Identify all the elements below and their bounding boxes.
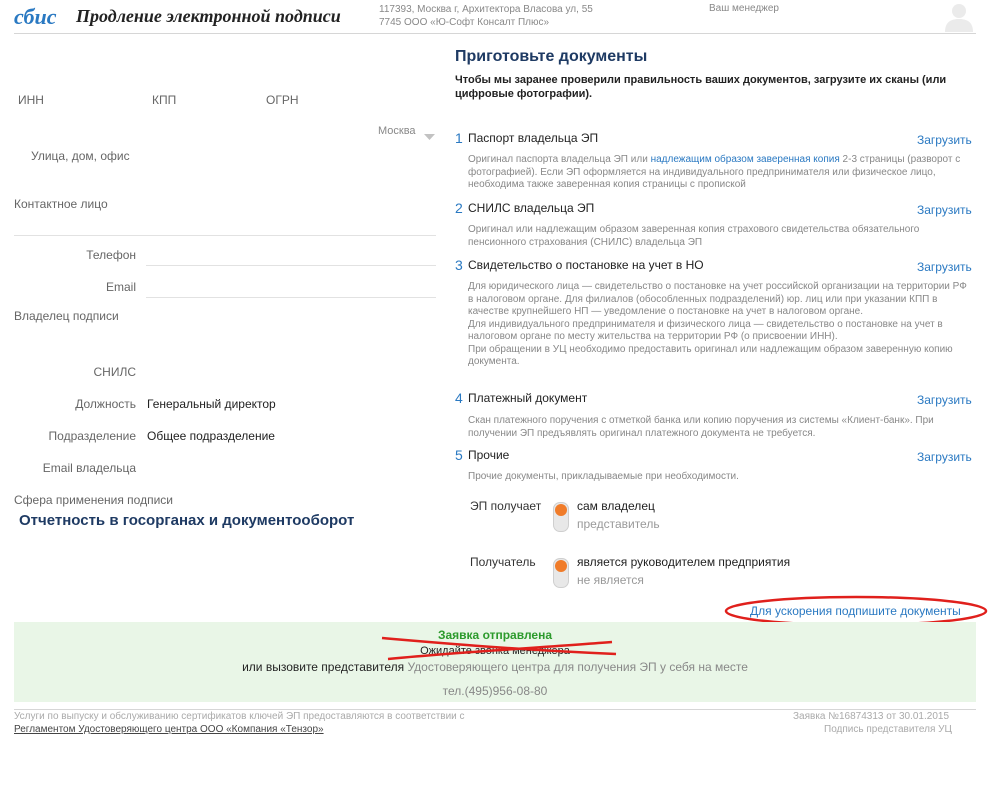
doc-snils-title: СНИЛС владельца ЭП xyxy=(468,201,595,215)
city-select[interactable]: Москва xyxy=(378,125,416,137)
upload-payment-button[interactable]: Загрузить xyxy=(917,393,972,407)
header-divider xyxy=(14,33,976,34)
upload-passport-button[interactable]: Загрузить xyxy=(917,133,972,147)
position-label: Должность xyxy=(75,397,136,411)
phone-number: тел.(495)956-08-80 xyxy=(442,684,548,698)
red-strike-annotation xyxy=(381,636,617,661)
doc-number: 1 xyxy=(455,130,463,146)
position-value[interactable]: Генеральный директор xyxy=(147,397,276,411)
upload-tax-registration-button[interactable]: Загрузить xyxy=(917,260,972,274)
doc-tax-registration-description: Для юридического лица — свидетельство о … xyxy=(468,281,968,369)
owner-email-label: Email владельца xyxy=(42,461,136,475)
email-label: Email xyxy=(105,280,136,294)
desc-paragraph: Для юридического лица — свидетельство о … xyxy=(468,281,967,317)
desc-paragraph: При обращении в УЦ необходимо предостави… xyxy=(468,343,953,368)
upload-snils-button[interactable]: Загрузить xyxy=(917,203,972,217)
desc-text: Оригинал паспорта владельца ЭП или xyxy=(468,154,651,165)
doc-number: 2 xyxy=(455,200,463,216)
doc-other-title: Прочие xyxy=(468,448,510,462)
company-address: 117393, Москва г, Архитектора Власова ул… xyxy=(379,3,593,29)
doc-other-description: Прочие документы, прикладываемые при нео… xyxy=(468,471,739,482)
footer-divider xyxy=(14,709,976,710)
documents-title: Приготовьте документы xyxy=(455,48,648,65)
address-line: 117393, Москва г, Архитектора Власова ул… xyxy=(379,4,593,15)
manager-avatar-icon xyxy=(942,0,976,32)
chevron-down-icon[interactable] xyxy=(424,128,435,146)
doc-passport-description: Оригинал паспорта владельца ЭП или надле… xyxy=(468,154,968,192)
recipient-head-option[interactable]: является руководителем предприятия xyxy=(577,555,790,569)
desc-paragraph: Для индивидуального предпринимателя и фи… xyxy=(468,318,943,343)
owner-label: Владелец подписи xyxy=(14,309,119,323)
toggle-knob xyxy=(555,504,567,516)
inn-label[interactable]: ИНН xyxy=(18,93,44,107)
ep-receiver-representative-option[interactable]: представитель xyxy=(577,517,660,531)
regulations-link[interactable]: Регламентом Удостоверяющего центра ООО «… xyxy=(14,724,324,735)
kpp-label[interactable]: КПП xyxy=(152,93,176,107)
certified-copy-link[interactable]: надлежащим образом заверенная копия xyxy=(651,154,840,165)
page-title: Продление электронной подписи xyxy=(76,6,341,26)
doc-number: 3 xyxy=(455,257,463,273)
ep-receiver-toggle[interactable] xyxy=(553,502,569,532)
upload-other-button[interactable]: Загрузить xyxy=(917,450,972,464)
snils-label: СНИЛС xyxy=(93,365,137,379)
ep-receiver-owner-option[interactable]: сам владелец xyxy=(577,499,655,513)
ep-receiver-label: ЭП получает xyxy=(470,499,542,513)
doc-payment-description: Скан платежного поручения с отметкой бан… xyxy=(468,415,934,439)
ogrn-label[interactable]: ОГРН xyxy=(266,93,299,107)
documents-subtitle: Чтобы мы заранее проверили правильность … xyxy=(455,74,947,100)
toggle-knob xyxy=(555,560,567,572)
footer-services-text: Услуги по выпуску и обслуживанию сертифи… xyxy=(14,711,465,722)
doc-payment-title: Платежный документ xyxy=(468,391,588,405)
phone-label: Телефон xyxy=(86,248,136,262)
doc-number: 4 xyxy=(455,390,463,406)
sphere-value[interactable]: Отчетность в госорганах и документооборо… xyxy=(19,512,354,529)
doc-tax-registration-title: Свидетельство о постановке на учет в НО xyxy=(468,258,704,272)
recipient-label: Получатель xyxy=(470,555,536,569)
recipient-toggle[interactable] xyxy=(553,558,569,588)
department-value[interactable]: Общее подразделение xyxy=(147,429,275,443)
contact-underline xyxy=(14,235,436,236)
department-label: Подразделение xyxy=(48,429,136,443)
company-name: 7745 ООО «Ю-Софт Консалт Плюс» xyxy=(379,17,550,28)
doc-snils-description: Оригинал или надлежащим образом заверенн… xyxy=(468,224,920,248)
recipient-not-head-option[interactable]: не является xyxy=(577,573,644,587)
street-field[interactable]: Улица, дом, офис xyxy=(31,149,130,163)
representative-signature: Подпись представителя УЦ xyxy=(824,724,952,735)
doc-number: 5 xyxy=(455,447,463,463)
request-number: Заявка №16874313 от 30.01.2015 xyxy=(793,711,950,722)
email-input[interactable] xyxy=(146,297,436,298)
sbis-logo: сбис xyxy=(14,4,57,29)
phone-input[interactable] xyxy=(146,265,436,266)
contact-person-field[interactable]: Контактное лицо xyxy=(14,197,108,211)
manager-label: Ваш менеджер xyxy=(709,3,779,14)
sphere-label: Сфера применения подписи xyxy=(14,493,173,507)
doc-passport-title: Паспорт владельца ЭП xyxy=(468,131,599,145)
